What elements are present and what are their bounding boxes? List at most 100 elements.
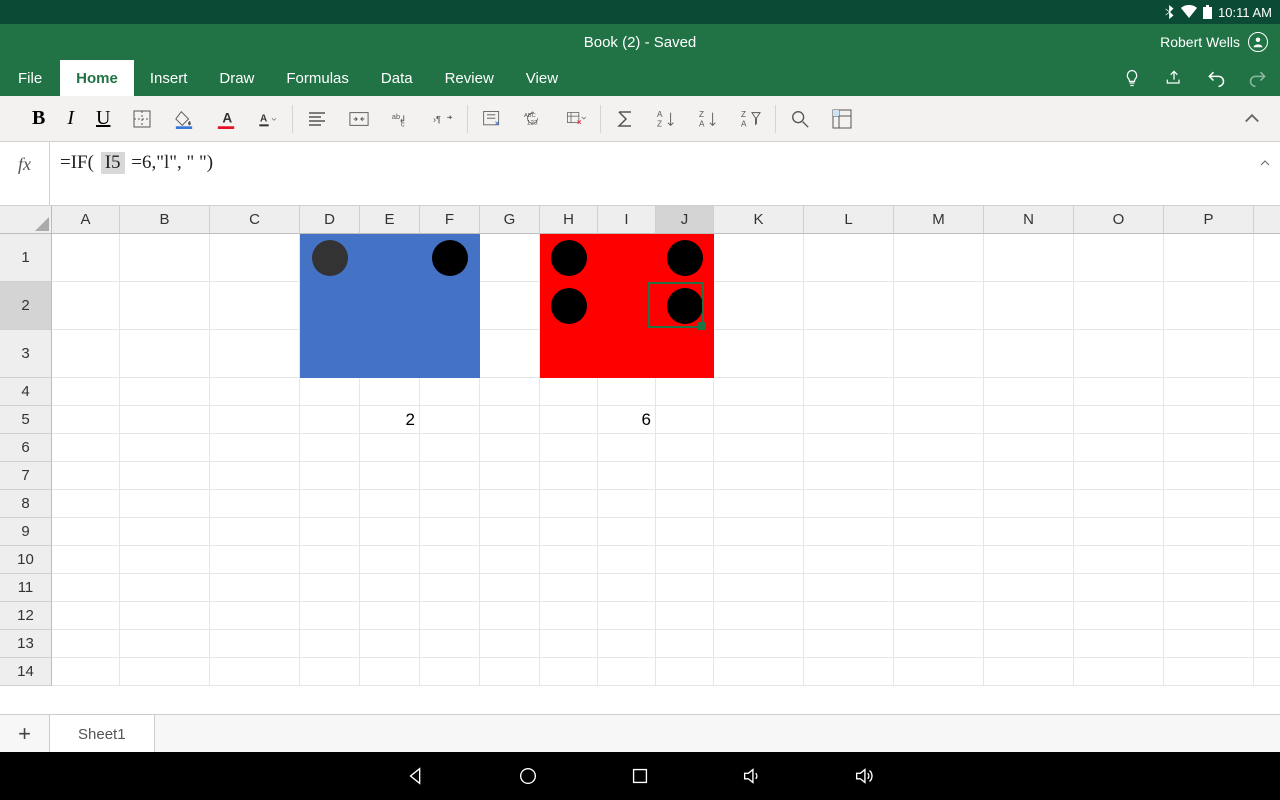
row-header[interactable]: 9 (0, 518, 52, 546)
cell[interactable] (120, 658, 210, 686)
cell[interactable] (804, 406, 894, 434)
cell[interactable] (120, 602, 210, 630)
cell[interactable] (656, 234, 714, 282)
cell[interactable] (598, 234, 656, 282)
cell[interactable] (540, 602, 598, 630)
cell[interactable] (120, 490, 210, 518)
cell[interactable] (1074, 234, 1164, 282)
row-header[interactable]: 5 (0, 406, 52, 434)
cell[interactable] (656, 378, 714, 406)
cell[interactable] (300, 574, 360, 602)
cell[interactable] (598, 602, 656, 630)
cell[interactable] (480, 378, 540, 406)
column-header[interactable]: B (120, 206, 210, 234)
cell[interactable] (480, 658, 540, 686)
cell[interactable] (360, 234, 420, 282)
tab-home[interactable]: Home (60, 60, 134, 96)
cell[interactable] (540, 518, 598, 546)
cell[interactable] (540, 406, 598, 434)
sort-desc-button[interactable]: ZA (699, 109, 719, 129)
cell[interactable] (540, 658, 598, 686)
cell[interactable] (1254, 330, 1280, 378)
cell[interactable] (804, 378, 894, 406)
cell[interactable] (1074, 406, 1164, 434)
bold-button[interactable]: B (32, 107, 45, 130)
column-header[interactable] (1254, 206, 1280, 234)
cell[interactable] (540, 434, 598, 462)
cell[interactable] (210, 490, 300, 518)
row-header[interactable]: 10 (0, 546, 52, 574)
row-header[interactable]: 6 (0, 434, 52, 462)
cell[interactable] (360, 378, 420, 406)
cell[interactable] (360, 330, 420, 378)
home-icon[interactable] (517, 765, 539, 787)
underline-button[interactable]: U (96, 107, 110, 130)
cell[interactable] (894, 330, 984, 378)
cell[interactable] (1074, 574, 1164, 602)
column-header[interactable]: N (984, 206, 1074, 234)
cell[interactable] (894, 546, 984, 574)
cell[interactable] (1254, 406, 1280, 434)
cell[interactable] (300, 630, 360, 658)
cell[interactable] (804, 330, 894, 378)
insert-delete-button[interactable] (566, 109, 586, 129)
cell[interactable] (804, 658, 894, 686)
cell[interactable] (360, 518, 420, 546)
font-color-button[interactable]: A (216, 109, 236, 129)
cell[interactable] (894, 490, 984, 518)
cell[interactable] (210, 518, 300, 546)
cell[interactable] (656, 434, 714, 462)
cell[interactable] (714, 518, 804, 546)
borders-button[interactable] (132, 109, 152, 129)
cell[interactable] (300, 602, 360, 630)
column-header[interactable]: I (598, 206, 656, 234)
cell[interactable] (714, 434, 804, 462)
cell[interactable] (1164, 658, 1254, 686)
row-header[interactable]: 4 (0, 378, 52, 406)
cell[interactable] (656, 490, 714, 518)
tab-draw[interactable]: Draw (203, 60, 270, 96)
cell[interactable] (300, 378, 360, 406)
cell[interactable] (1164, 234, 1254, 282)
cell[interactable] (540, 630, 598, 658)
cell[interactable] (210, 330, 300, 378)
cell[interactable] (540, 490, 598, 518)
volume-down-icon[interactable] (741, 765, 763, 787)
cell[interactable] (1254, 630, 1280, 658)
cell[interactable] (540, 462, 598, 490)
cell[interactable] (480, 234, 540, 282)
cell[interactable] (1254, 658, 1280, 686)
row-header[interactable]: 11 (0, 574, 52, 602)
cell[interactable] (984, 462, 1074, 490)
cell[interactable] (52, 630, 120, 658)
cell[interactable] (360, 282, 420, 330)
cell[interactable] (984, 434, 1074, 462)
cell[interactable] (656, 602, 714, 630)
cell[interactable] (804, 234, 894, 282)
column-header[interactable]: C (210, 206, 300, 234)
cell[interactable] (984, 574, 1074, 602)
cell[interactable] (120, 406, 210, 434)
cell[interactable] (1074, 630, 1164, 658)
cell[interactable] (210, 630, 300, 658)
cell[interactable] (480, 462, 540, 490)
cell[interactable] (420, 462, 480, 490)
row-header[interactable]: 12 (0, 602, 52, 630)
cell[interactable] (1164, 546, 1254, 574)
tab-formulas[interactable]: Formulas (270, 60, 365, 96)
cell[interactable] (598, 282, 656, 330)
cell[interactable] (1074, 518, 1164, 546)
cell[interactable] (984, 330, 1074, 378)
sheet-tab-1[interactable]: Sheet1 (50, 715, 155, 753)
cell[interactable] (480, 630, 540, 658)
cell[interactable] (210, 658, 300, 686)
font-color-more-button[interactable]: A (258, 109, 278, 129)
cell[interactable] (52, 602, 120, 630)
wrap-text-button[interactable]: abc (391, 109, 411, 129)
cell[interactable]: 2 (360, 406, 420, 434)
cell[interactable] (52, 490, 120, 518)
row-header[interactable]: 14 (0, 658, 52, 686)
cell[interactable] (1164, 490, 1254, 518)
cell[interactable] (52, 406, 120, 434)
cell[interactable] (420, 378, 480, 406)
